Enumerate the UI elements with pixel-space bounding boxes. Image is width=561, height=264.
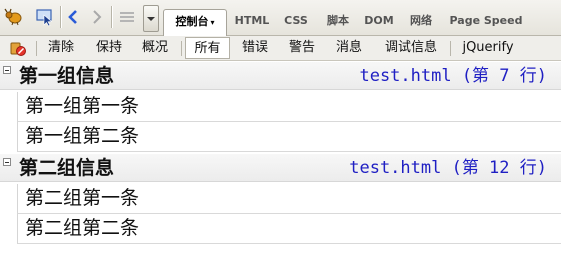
- console-log-row: 第一组第二条: [17, 122, 561, 152]
- forward-arrow-icon[interactable]: [87, 7, 107, 27]
- toolbar-divider: [36, 41, 37, 56]
- jquerify-button[interactable]: jQuerify: [456, 36, 520, 60]
- source-link[interactable]: test.html (第 12 行): [349, 155, 547, 181]
- toolbar-divider: [181, 41, 182, 56]
- tab-page-speed[interactable]: Page Speed: [446, 9, 526, 33]
- toolbar-divider: [60, 6, 61, 28]
- filter-all[interactable]: 所有: [185, 37, 230, 59]
- collapse-toggle-icon[interactable]: [3, 158, 11, 166]
- firebug-bug-icon[interactable]: [4, 7, 24, 27]
- persist-button[interactable]: 保持: [90, 36, 128, 60]
- tab-dom[interactable]: DOM: [361, 9, 397, 33]
- group-title: 第二组信息: [19, 157, 115, 179]
- tab-html[interactable]: HTML: [229, 9, 275, 33]
- console-log-row: 第一组第一条: [17, 92, 561, 122]
- inspect-icon[interactable]: [35, 7, 55, 27]
- list-icon[interactable]: [117, 7, 137, 27]
- filter-errors[interactable]: 错误: [236, 36, 274, 60]
- collapse-toggle-icon[interactable]: [3, 66, 11, 74]
- tab-css[interactable]: CSS: [277, 9, 315, 33]
- dropdown-arrow-button[interactable]: [143, 5, 159, 32]
- toolbar-divider: [450, 41, 451, 56]
- source-link[interactable]: test.html (第 7 行): [359, 63, 547, 89]
- filter-info[interactable]: 消息: [330, 36, 368, 60]
- chevron-down-icon: [147, 16, 155, 21]
- break-on-errors-icon[interactable]: [8, 38, 28, 58]
- filter-warnings[interactable]: 警告: [283, 36, 321, 60]
- console-filter-bar: 清除 保持 概况 所有 错误 警告 消息 调试信息 jQuerify: [0, 36, 561, 61]
- firebug-toolbar: 控制台 ▾ HTML CSS 脚本 DOM 网络 Page Speed: [0, 0, 561, 36]
- console-group-header[interactable]: 第一组信息 test.html (第 7 行): [0, 62, 561, 90]
- tab-console-label: 控制台: [175, 15, 209, 28]
- tab-script[interactable]: 脚本: [318, 9, 358, 33]
- console-group-header[interactable]: 第二组信息 test.html (第 12 行): [0, 154, 561, 182]
- group-title: 第一组信息: [19, 65, 115, 87]
- toolbar-divider: [111, 6, 112, 28]
- tab-net[interactable]: 网络: [401, 9, 441, 33]
- console-log-row: 第二组第一条: [17, 184, 561, 214]
- chevron-down-icon: ▾: [210, 18, 215, 27]
- filter-debug[interactable]: 调试信息: [378, 36, 444, 60]
- back-arrow-icon[interactable]: [63, 7, 83, 27]
- clear-button[interactable]: 清除: [42, 36, 80, 60]
- profile-button[interactable]: 概况: [136, 36, 174, 60]
- tab-console[interactable]: 控制台 ▾: [163, 9, 227, 36]
- console-log-row: 第二组第二条: [17, 214, 561, 244]
